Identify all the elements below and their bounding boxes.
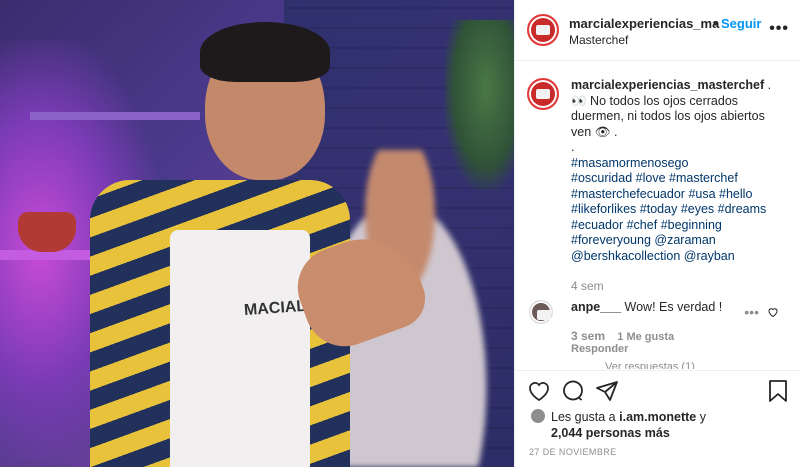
comments-scroll[interactable]: marcialexperiencias_masterchef . 👀 No to… bbox=[515, 61, 800, 369]
likes-count[interactable]: 2,044 personas más bbox=[551, 426, 670, 440]
post-photo[interactable]: MACIAL bbox=[0, 0, 514, 467]
post-panel: marcialexperiencias_ma • Seguir Masterch… bbox=[514, 0, 800, 467]
reply-button[interactable]: Responder bbox=[571, 343, 628, 355]
comment-likes[interactable]: 1 Me gusta bbox=[617, 331, 674, 343]
comment-text: Wow! Es verdad ! bbox=[624, 300, 723, 314]
caption-line: 👀 No todos los ojos cerrados duermen, ni… bbox=[571, 93, 765, 139]
likes-conj: y bbox=[699, 410, 706, 424]
hashtag[interactable]: #beginning bbox=[661, 218, 722, 232]
author-username[interactable]: marcialexperiencias_ma bbox=[569, 16, 719, 31]
commenter-username[interactable]: anpe___ bbox=[571, 300, 621, 314]
author-avatar[interactable] bbox=[527, 14, 559, 46]
caption-username[interactable]: marcialexperiencias_masterchef bbox=[571, 78, 764, 92]
separator-dot: • bbox=[713, 16, 718, 31]
apron bbox=[170, 230, 310, 467]
vase bbox=[18, 212, 76, 252]
bookmark-icon[interactable] bbox=[767, 379, 789, 403]
view-replies[interactable]: Ver respuestas (1) bbox=[605, 361, 695, 369]
caption-dot: . bbox=[571, 140, 575, 154]
caption-after-user: . bbox=[764, 78, 772, 92]
location-link[interactable]: Masterchef bbox=[569, 33, 628, 47]
hashtag[interactable]: #eyes bbox=[681, 202, 714, 216]
share-icon[interactable] bbox=[595, 379, 619, 403]
likes-prefix: Les gusta a bbox=[551, 410, 616, 424]
comment-meta: 3 sem 1 Me gusta bbox=[571, 329, 674, 343]
post-header: marcialexperiencias_ma • Seguir Masterch… bbox=[515, 0, 800, 61]
post-date: 27 DE NOVIEMBRE bbox=[529, 447, 617, 457]
more-options-icon[interactable]: ••• bbox=[769, 20, 789, 38]
hashtag[interactable]: #usa bbox=[688, 187, 715, 201]
mention[interactable]: @rayban bbox=[684, 249, 735, 263]
caption-text: marcialexperiencias_masterchef . 👀 No to… bbox=[571, 78, 786, 264]
hashtag[interactable]: #today bbox=[640, 202, 678, 216]
likes-summary: Les gusta a i.am.monette y 2,044 persona… bbox=[551, 409, 791, 441]
comment-time: 3 sem bbox=[571, 329, 606, 343]
hashtag[interactable]: #masterchefecuador bbox=[571, 187, 685, 201]
hashtag[interactable]: #hello bbox=[719, 187, 752, 201]
caption-time: 4 sem bbox=[571, 279, 604, 293]
shelf bbox=[30, 112, 200, 120]
hashtag[interactable]: #love bbox=[636, 171, 666, 185]
post-actions: Les gusta a i.am.monette y 2,044 persona… bbox=[515, 370, 800, 467]
follow-button[interactable]: Seguir bbox=[721, 16, 761, 31]
commenter-avatar[interactable] bbox=[529, 300, 553, 324]
mention[interactable]: @zaraman bbox=[654, 233, 715, 247]
comment-like-icon[interactable] bbox=[767, 306, 779, 318]
comment-icon[interactable] bbox=[561, 379, 585, 403]
hashtag[interactable]: #masamormenosego bbox=[571, 156, 688, 170]
liker-username[interactable]: i.am.monette bbox=[619, 410, 696, 424]
comment: anpe___ Wow! Es verdad ! bbox=[571, 300, 741, 314]
hashtag[interactable]: #foreveryoung bbox=[571, 233, 651, 247]
comment-more-icon[interactable]: ••• bbox=[744, 304, 759, 320]
hashtag[interactable]: #oscuridad bbox=[571, 171, 632, 185]
mention[interactable]: @bershkacollection bbox=[571, 249, 680, 263]
like-icon[interactable] bbox=[527, 379, 551, 403]
hashtag[interactable]: #dreams bbox=[718, 202, 767, 216]
hashtag[interactable]: #chef bbox=[627, 218, 658, 232]
caption-avatar[interactable] bbox=[527, 78, 559, 110]
hashtag[interactable]: #masterchef bbox=[669, 171, 738, 185]
hashtag[interactable]: #ecuador bbox=[571, 218, 623, 232]
liker-avatar[interactable] bbox=[531, 409, 545, 423]
hashtag[interactable]: #likeforlikes bbox=[571, 202, 636, 216]
chef-hair bbox=[200, 22, 330, 82]
